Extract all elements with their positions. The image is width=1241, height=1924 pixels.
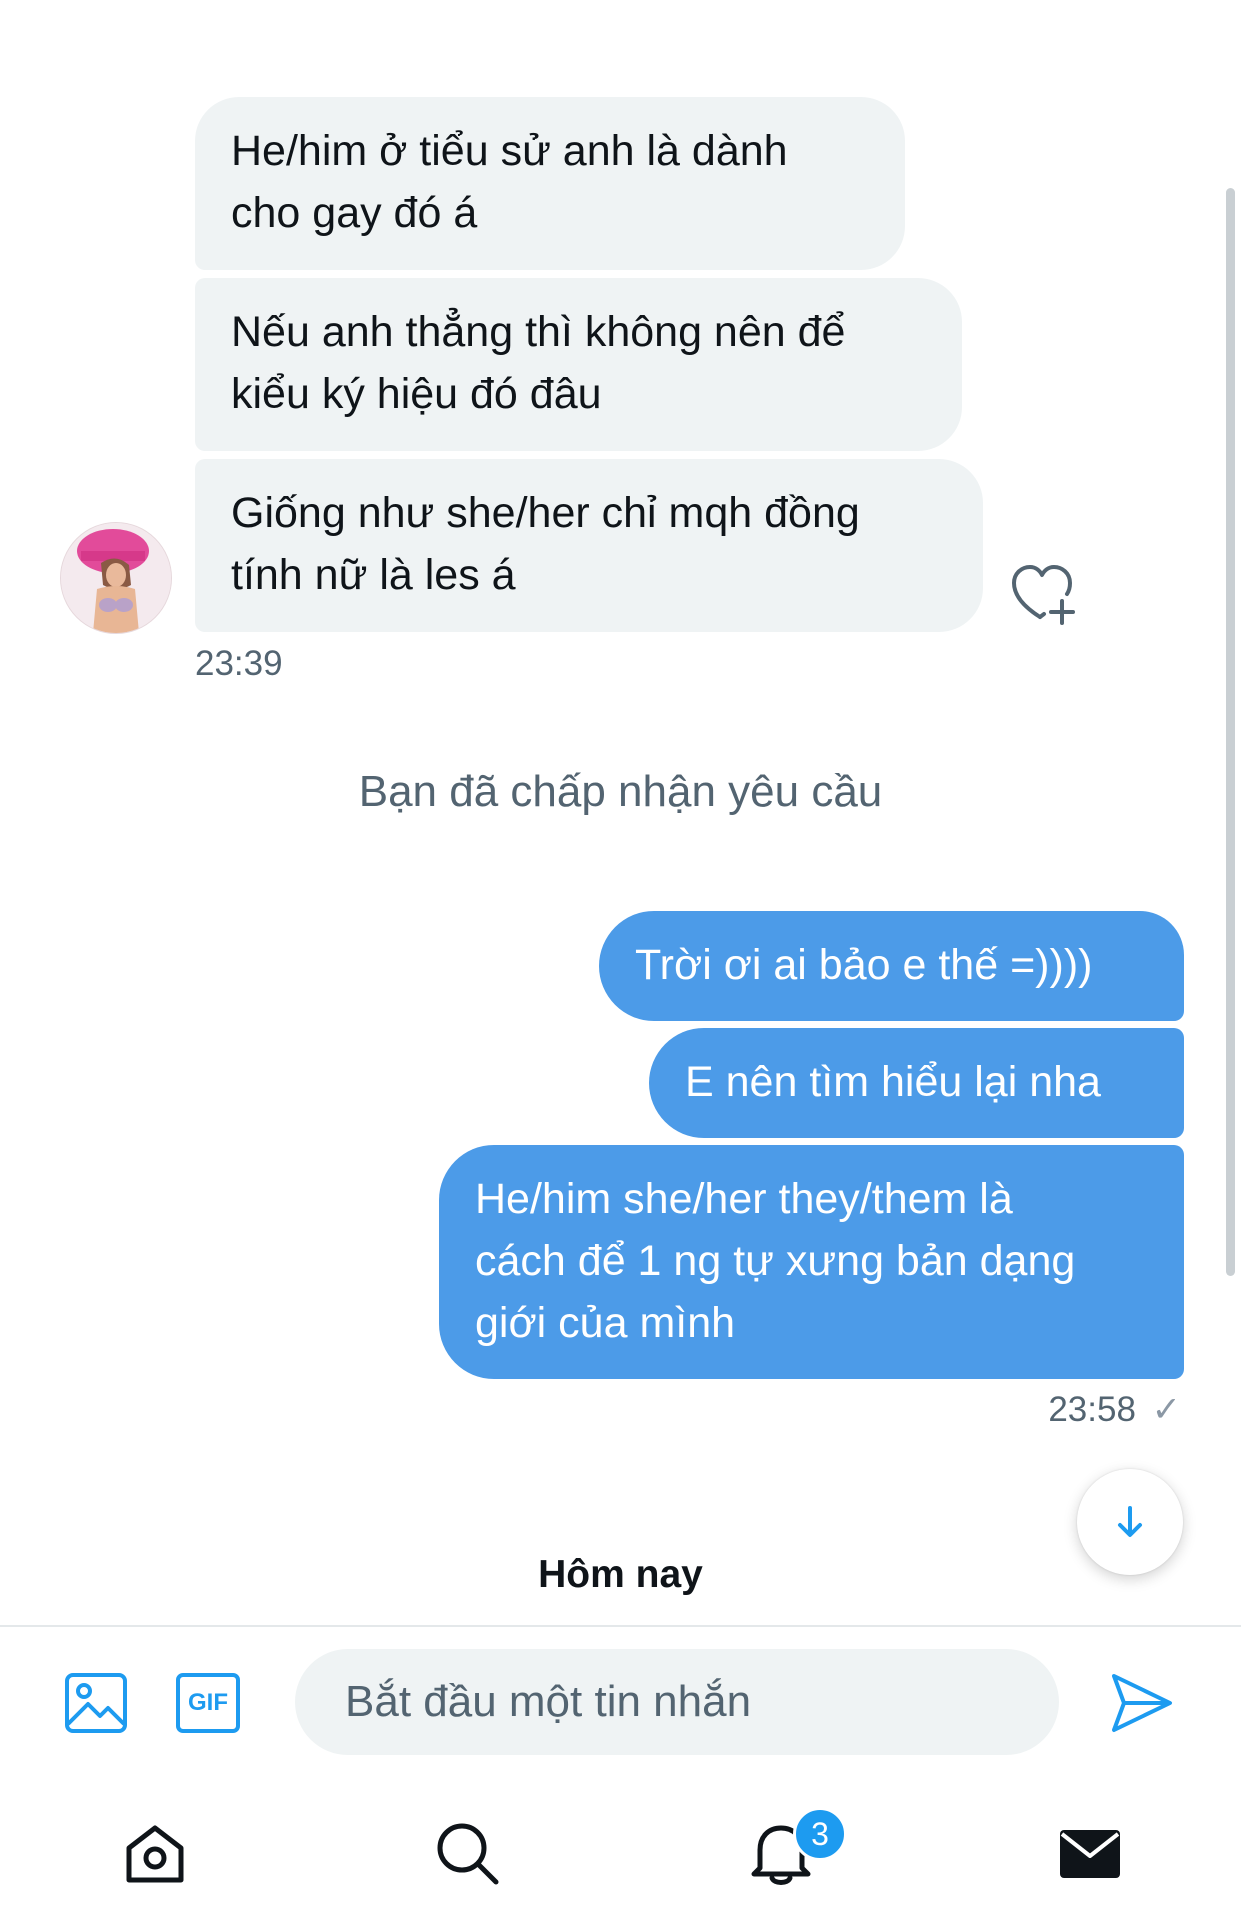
image-upload-button[interactable] xyxy=(64,1672,128,1734)
arrow-down-icon xyxy=(1118,1506,1142,1537)
add-reaction-heart-icon[interactable] xyxy=(1010,563,1080,627)
search-icon xyxy=(437,1823,499,1885)
message-line: giới của mình xyxy=(475,1299,736,1347)
incoming-message[interactable]: Nếu anh thẳng thì không nên để kiểu ký h… xyxy=(195,278,962,451)
message-line: Nếu anh thẳng thì không nên để xyxy=(231,308,846,356)
image-icon xyxy=(65,1673,127,1733)
outgoing-message[interactable]: E nên tìm hiểu lại nha xyxy=(649,1028,1184,1138)
mail-icon xyxy=(1060,1830,1120,1878)
scrollbar[interactable] xyxy=(1226,188,1235,1276)
composer-divider xyxy=(0,1625,1241,1627)
incoming-message[interactable]: Giống như she/her chỉ mqh đồng tính nữ l… xyxy=(195,459,983,632)
day-separator: Hôm nay xyxy=(538,1553,703,1596)
message-line: cho gay đó á xyxy=(231,189,478,237)
gif-label: GIF xyxy=(188,1689,228,1716)
incoming-message[interactable]: He/him ở tiểu sử anh là dành cho gay đó … xyxy=(195,97,905,270)
outgoing-message[interactable]: Trời ơi ai bảo e thế =)))) xyxy=(599,911,1184,1021)
gif-button[interactable]: GIF xyxy=(176,1673,240,1733)
read-check-icon: ✓ xyxy=(1151,1390,1181,1429)
message-line: Giống như she/her chỉ mqh đồng xyxy=(231,489,860,537)
notification-badge: 3 xyxy=(793,1807,847,1861)
message-timestamp: 23:58 xyxy=(1048,1390,1136,1429)
avatar[interactable] xyxy=(60,522,172,634)
system-notice: Bạn đã chấp nhận yêu cầu xyxy=(358,767,883,816)
message-line: E nên tìm hiểu lại nha xyxy=(685,1058,1101,1106)
message-line: kiểu ký hiệu đó đâu xyxy=(231,370,602,418)
message-input[interactable]: Bắt đầu một tin nhắn xyxy=(295,1649,1059,1755)
message-line: He/him she/her they/them là xyxy=(475,1175,1013,1223)
home-icon xyxy=(126,1825,184,1883)
message-line: He/him ở tiểu sử anh là dành xyxy=(231,127,788,175)
nav-messages[interactable] xyxy=(1058,1828,1122,1880)
message-line: tính nữ là les á xyxy=(231,551,516,599)
outgoing-message[interactable]: He/him she/her they/them là cách để 1 ng… xyxy=(439,1145,1184,1379)
send-icon xyxy=(1112,1674,1172,1732)
send-button[interactable] xyxy=(1110,1672,1174,1734)
outgoing-status: 23:58 ✓ xyxy=(1048,1390,1181,1430)
nav-home[interactable] xyxy=(123,1822,187,1886)
nav-search[interactable] xyxy=(434,1820,500,1886)
message-line: Trời ơi ai bảo e thế =)))) xyxy=(635,941,1093,989)
message-input-placeholder: Bắt đầu một tin nhắn xyxy=(345,1677,752,1726)
message-line: cách để 1 ng tự xưng bản dạng xyxy=(475,1237,1076,1285)
message-timestamp: 23:39 xyxy=(195,644,283,683)
